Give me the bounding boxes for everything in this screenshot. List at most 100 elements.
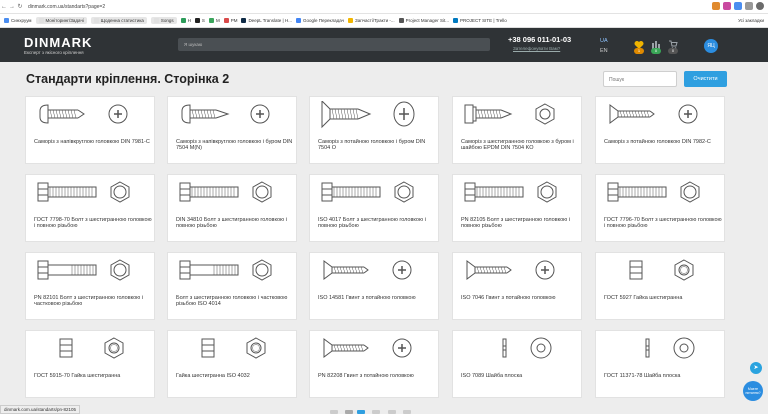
bookmark-label: Н xyxy=(187,18,191,23)
bookmark-item[interactable]: Project Manager Sit... xyxy=(398,18,449,23)
csk-drill-screw-icon xyxy=(321,101,415,129)
bookmark-icon xyxy=(153,18,159,23)
all-bookmarks-folder[interactable]: Усі закладки xyxy=(738,18,764,23)
standard-card[interactable]: ГОСТ 11371-78 Шайба плоска xyxy=(595,330,725,398)
standard-card-label: PN 82105 Болт з шестигранною головкою і … xyxy=(461,217,571,230)
standard-card[interactable]: PN 82105 Болт з шестигранною головкою і … xyxy=(452,174,582,242)
bookmark-item[interactable]: Запчасті/Тракти -... xyxy=(348,18,395,23)
hex-bolt-icon xyxy=(464,181,557,203)
bookmark-item[interactable]: PROJECT SITE | Trello xyxy=(452,18,507,23)
bookmark-item[interactable]: DeepL Translate | Н... xyxy=(241,18,292,23)
bookmark-item[interactable]: Моніторинг/Задачі xyxy=(35,17,87,24)
logo[interactable]: DINMARK xyxy=(24,35,92,50)
standard-card[interactable]: ISO 7089 Шайба плоска xyxy=(452,330,582,398)
bookmark-icon xyxy=(194,18,200,23)
callback-link[interactable]: Зателефонувати Вам? xyxy=(513,46,560,51)
standard-card[interactable]: Болт з шестигранною головкою і частковою… xyxy=(167,252,297,320)
standard-card[interactable]: Гайка шестигранна ISO 4032 xyxy=(167,330,297,398)
pagination-item[interactable] xyxy=(388,410,396,414)
bookmark-item[interactable]: Синхруум xyxy=(4,18,32,23)
bookmark-item[interactable]: Н xyxy=(180,18,191,23)
url-field[interactable]: dinmark.com.ua/standarts?page=2 xyxy=(28,4,105,10)
standard-card[interactable]: ISO 4017 Болт з шестигранною головкою і … xyxy=(309,174,439,242)
csk-screw-icon xyxy=(466,260,555,280)
lang-en[interactable]: EN xyxy=(600,48,608,54)
standard-card[interactable]: Саморіз з потайною головкою і буром DIN … xyxy=(309,96,439,164)
bookmark-icon xyxy=(4,18,9,23)
bookmark-label: Google Перекладач xyxy=(302,18,344,23)
bookmark-label: DeepL Translate | Н... xyxy=(248,18,292,23)
standard-card-label: Саморіз з потайною головкою і буром DIN … xyxy=(318,139,426,152)
hex-bolt-icon xyxy=(321,181,414,203)
lang-ua[interactable]: UA xyxy=(600,38,608,44)
standard-card[interactable]: PN 82208 Гвинт з потайною головкою xyxy=(309,330,439,398)
extension-icon[interactable] xyxy=(723,2,731,10)
standard-card-label: Саморіз з шестигранною головкою з буром … xyxy=(461,139,574,152)
pagination-item[interactable] xyxy=(330,410,338,414)
standard-card[interactable]: ГОСТ 7796-70 Болт з шестигранною головко… xyxy=(595,174,725,242)
bookmark-item[interactable]: Щоденна статистика xyxy=(90,17,147,24)
status-url: dinmark.com.ua/standarts/pn-82105 xyxy=(0,405,81,414)
standard-card[interactable]: Саморіз з напівкруглою головкою і буром … xyxy=(167,96,297,164)
phone-number[interactable]: +38 096 011-01-03 xyxy=(508,35,571,44)
standard-card-label: ГОСТ 5915-70 Гайка шестигранна xyxy=(34,373,121,379)
standard-card[interactable]: Саморіз з шестигранною головкою з буром … xyxy=(452,96,582,164)
pagination-item[interactable] xyxy=(372,410,380,414)
bookmark-item[interactable]: S xyxy=(194,18,205,23)
bookmark-icon xyxy=(93,18,99,23)
standard-card[interactable]: Саморіз з потайною головкою DIN 7982-C xyxy=(595,96,725,164)
telegram-icon[interactable]: ➤ xyxy=(750,362,762,374)
bookmark-icon xyxy=(223,18,229,23)
standard-card[interactable]: ГОСТ 5927 Гайка шестигранна xyxy=(595,252,725,320)
hex-nut-icon xyxy=(629,259,694,281)
help-button[interactable]: Маєте питання? xyxy=(743,381,763,401)
bookmark-icon xyxy=(452,18,458,23)
pagination-item[interactable] xyxy=(403,410,411,414)
standard-card[interactable]: ISO 7046 Гвинт з потайною головкою xyxy=(452,252,582,320)
standard-card[interactable]: ISO 14581 Гвинт з потайною головкою xyxy=(309,252,439,320)
bookmark-label: Songs xyxy=(160,18,174,23)
standard-card[interactable]: PN 82101 Болт з шестигранною головкою і … xyxy=(25,252,155,320)
bookmark-label: Щоденна статистика xyxy=(100,18,144,23)
reload-icon[interactable]: ↻ xyxy=(16,3,24,10)
bookmarks-bar: Синхруум Моніторинг/Задачі Щоденна статист… xyxy=(0,14,768,28)
standard-card-label: ISO 7046 Гвинт з потайною головкою xyxy=(461,295,556,301)
standard-card[interactable]: Саморіз з напівкруглою головкою DIN 7981… xyxy=(25,96,155,164)
user-avatar[interactable]: ЯЦ xyxy=(704,39,718,53)
standard-card-label: Саморіз з потайною головкою DIN 7982-C xyxy=(604,139,711,145)
csk-screw-icon xyxy=(609,104,698,124)
bookmark-icon xyxy=(295,18,301,23)
forward-icon[interactable]: → xyxy=(8,4,16,10)
bookmark-item[interactable]: M xyxy=(208,18,220,23)
bookmark-label: PM xyxy=(230,18,238,23)
hex-bolt-icon xyxy=(607,181,700,203)
extension-icon[interactable] xyxy=(712,2,720,10)
standard-card-label: ISO 14581 Гвинт з потайною головкою xyxy=(318,295,416,301)
bookmark-item[interactable]: PM xyxy=(223,18,238,23)
pagination-current[interactable] xyxy=(357,410,365,414)
compare-count-badge: 0 xyxy=(651,48,661,54)
csk-screw-icon xyxy=(323,338,412,358)
standard-card[interactable]: DIN 34810 Болт з шестигранною головкою і… xyxy=(167,174,297,242)
search-input[interactable]: Я шукаю xyxy=(178,38,490,51)
extensions-icon[interactable] xyxy=(745,2,753,10)
clear-button[interactable]: Очистити xyxy=(684,71,727,87)
standard-card-label: ГОСТ 11371-78 Шайба плоска xyxy=(604,373,681,379)
bookmark-item[interactable]: Songs xyxy=(150,17,177,24)
standard-card[interactable]: ГОСТ 5915-70 Гайка шестигранна xyxy=(25,330,155,398)
hex-drill-screw-icon xyxy=(464,103,555,125)
bookmark-item[interactable]: Google Перекладач xyxy=(295,18,344,23)
pagination-item[interactable] xyxy=(345,410,353,414)
back-icon[interactable]: ← xyxy=(0,4,8,10)
standard-card-label: Гайка шестигранна ISO 4032 xyxy=(176,373,250,379)
standard-card[interactable]: ГОСТ 7798-70 Болт з шестигранною головко… xyxy=(25,174,155,242)
standard-card-label: DIN 34810 Болт з шестигранною головкою і… xyxy=(176,217,287,230)
cart-count-badge: 0 xyxy=(668,48,678,54)
bookmark-icon xyxy=(348,18,353,23)
standard-card-label: ГОСТ 7796-70 Болт з шестигранною головко… xyxy=(604,217,722,230)
profile-icon[interactable] xyxy=(756,2,764,10)
hex-nut-icon xyxy=(201,337,266,359)
hex-nut-icon xyxy=(59,337,124,359)
filter-input[interactable]: Пошук xyxy=(603,71,677,87)
extension-icon[interactable] xyxy=(734,2,742,10)
